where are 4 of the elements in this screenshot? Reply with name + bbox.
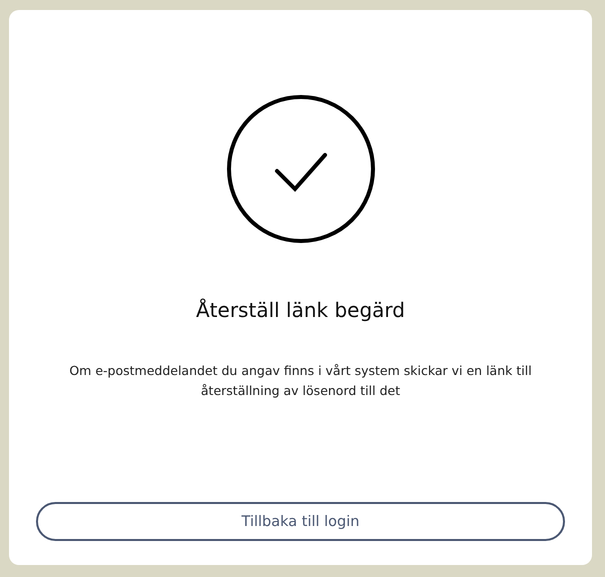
page-title: Återställ länk begärd	[196, 297, 405, 324]
confirmation-message: Om e-postmeddelandet du angav finns i vårt system skickar vi en länk till återställning av lösenord till det	[68, 362, 533, 400]
checkmark-circle-icon	[226, 95, 374, 243]
back-to-login-button[interactable]: Tillbaka till login	[36, 502, 565, 541]
